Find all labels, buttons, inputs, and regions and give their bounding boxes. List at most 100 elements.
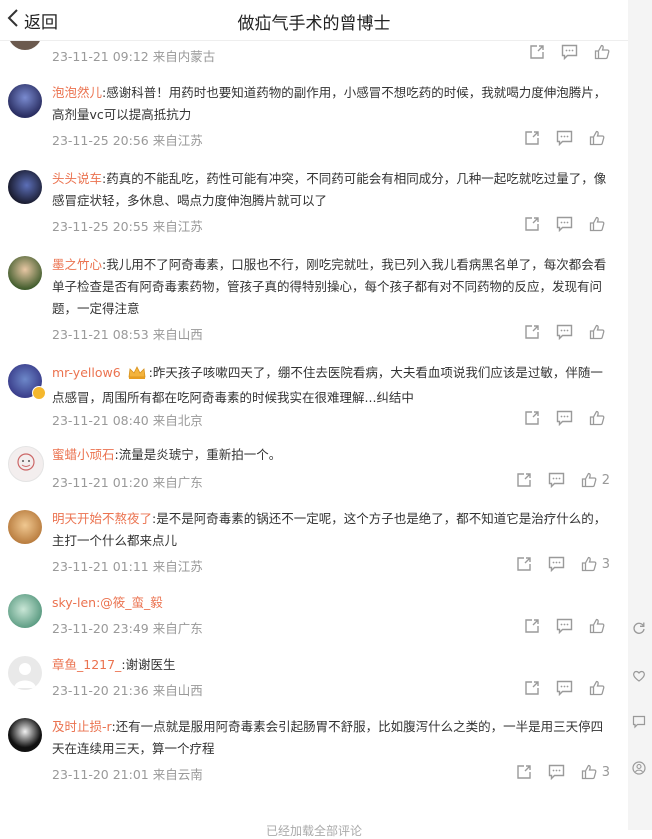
comment-location: 来自江苏	[152, 559, 203, 574]
mention-link[interactable]: :@筱_蛮_毅	[96, 595, 163, 610]
comment-button[interactable]	[548, 556, 565, 572]
share-button[interactable]	[524, 324, 540, 340]
comment-text-block: sky-len:@筱_蛮_毅	[52, 592, 610, 614]
comment-location: 来自广东	[152, 475, 203, 490]
list-item: 章鱼_1217_:谢谢医生 23-11-20 21:36 来自山西	[0, 654, 628, 714]
comment-meta: 23-11-21 01:11 来自江苏	[52, 556, 203, 575]
share-icon	[525, 325, 539, 339]
comment-icon[interactable]	[632, 714, 646, 733]
like-button[interactable]	[589, 618, 610, 634]
share-button[interactable]	[516, 764, 532, 780]
comment-button[interactable]	[556, 680, 573, 696]
verified-badge-icon	[32, 386, 46, 400]
share-icon	[517, 557, 531, 571]
share-icon	[525, 681, 539, 695]
username-link[interactable]: 明天开始不熬夜了	[52, 511, 152, 526]
comment-button[interactable]	[556, 410, 573, 426]
comment-icon	[556, 216, 573, 232]
like-button[interactable]	[589, 680, 610, 696]
comment-actions	[524, 216, 610, 232]
comment-button[interactable]	[548, 472, 565, 488]
comment-meta: 23-11-21 08:40 来自北京	[52, 410, 203, 429]
like-count: 2	[601, 472, 610, 488]
avatar[interactable]	[8, 718, 42, 752]
comment-location: 来自山西	[152, 683, 203, 698]
scrollbar-track[interactable]	[628, 0, 652, 830]
comment-location: 来自江苏	[152, 133, 203, 148]
avatar[interactable]	[8, 170, 42, 204]
refresh-icon[interactable]	[632, 620, 646, 639]
comment-meta: 23-11-20 23:49 来自广东	[52, 618, 203, 637]
comment-text: :我儿用不了阿奇毒素，口服也不行，刚吃完就吐，我已列入我儿看病黑名单了，每次都会…	[52, 257, 607, 316]
avatar[interactable]	[8, 446, 44, 482]
share-button[interactable]	[516, 472, 532, 488]
username-link[interactable]: 泡泡然儿	[52, 85, 102, 100]
like-button[interactable]: 2	[581, 472, 610, 488]
comment-actions: 3	[516, 764, 610, 780]
comment-button[interactable]	[556, 618, 573, 634]
share-icon	[530, 45, 544, 59]
like-button[interactable]	[589, 216, 610, 232]
username-link[interactable]: 及时止损-r	[52, 719, 111, 734]
comment-icon	[556, 618, 573, 634]
avatar[interactable]	[8, 594, 42, 628]
username-link[interactable]: 章鱼_1217_	[52, 657, 121, 672]
comment-text: :流量是炎琥宁，重新拍一个。	[114, 447, 282, 462]
comment-text-block: 泡泡然儿:感谢科普！用药时也要知道药物的副作用，小感冒不想吃药的时候，我就喝力度…	[52, 82, 610, 126]
like-button[interactable]: 3	[581, 764, 610, 780]
like-button[interactable]	[589, 324, 610, 340]
comment-location: 来自云南	[152, 767, 203, 782]
like-button[interactable]	[594, 44, 610, 60]
comment-time: 23-11-21 01:11	[52, 559, 149, 574]
like-button[interactable]	[589, 410, 610, 426]
user-icon[interactable]	[632, 760, 646, 779]
top-bar: 返回 做疝气手术的曾博士	[0, 0, 628, 41]
comment-icon	[561, 44, 578, 60]
end-of-comments-text: 已经加载全部评论	[265, 824, 362, 838]
share-button[interactable]	[524, 130, 540, 146]
comment-icon	[556, 680, 573, 696]
comment-time: 23-11-20 21:36	[52, 683, 149, 698]
share-icon	[517, 473, 531, 487]
comment-text-block: 头头说车:药真的不能乱吃，药性可能有冲突，不同药可能会有相同成分，几种一起吃就吃…	[52, 168, 610, 212]
comment-actions: 3	[516, 556, 610, 572]
share-icon	[525, 411, 539, 425]
comment-location: 来自山西	[152, 327, 203, 342]
comment-button[interactable]	[548, 764, 565, 780]
share-icon	[517, 765, 531, 779]
comment-text-block: 明天开始不熬夜了:是不是阿奇毒素的锅还不一定呢，这个方子也是绝了，都不知道它是治…	[52, 508, 610, 552]
comment-button[interactable]	[556, 130, 573, 146]
share-button[interactable]	[524, 618, 540, 634]
avatar[interactable]	[8, 84, 42, 118]
comment-time: 23-11-25 20:56	[52, 133, 149, 148]
share-button[interactable]	[524, 680, 540, 696]
comment-button[interactable]	[556, 216, 573, 232]
username-link[interactable]: 墨之竹心	[52, 257, 102, 272]
username-link[interactable]: mr-yellow6	[52, 365, 121, 380]
share-button[interactable]	[516, 556, 532, 572]
thumbs-up-icon	[589, 680, 605, 696]
share-button[interactable]	[524, 410, 540, 426]
comment-button[interactable]	[561, 44, 578, 60]
list-item: mr-yellow6 :昨天孩子咳嗽四天了，绷不住去医院看病，大夫看血项说我们应…	[0, 360, 628, 440]
username-link[interactable]: 蜜蜡小顽石	[52, 447, 115, 462]
username-link[interactable]: 头头说车	[52, 171, 102, 186]
avatar[interactable]	[8, 510, 42, 544]
comment-time: 23-11-20 21:01	[52, 767, 149, 782]
comment-text: :谢谢医生	[121, 657, 176, 672]
comment-button[interactable]	[556, 324, 573, 340]
like-button[interactable]	[589, 130, 610, 146]
share-button[interactable]	[524, 216, 540, 232]
comment-icon	[548, 764, 564, 780]
comment-icon	[556, 410, 573, 426]
comment-text-block: 及时止损-r:还有一点就是服用阿奇毒素会引起肠胃不舒服，比如腹泻什么之类的，一半…	[52, 716, 610, 760]
like-button[interactable]: 3	[581, 556, 610, 572]
like-count: 3	[601, 556, 610, 572]
thumbs-up-icon	[594, 44, 610, 60]
username-link[interactable]: sky-len	[52, 595, 96, 610]
comment-text: :药真的不能乱吃，药性可能有冲突，不同药可能会有相同成分，几种一起吃就吃过量了，…	[52, 171, 607, 208]
share-button[interactable]	[529, 44, 545, 60]
heart-icon[interactable]	[632, 668, 646, 687]
avatar[interactable]	[8, 656, 42, 690]
avatar[interactable]	[8, 256, 42, 290]
